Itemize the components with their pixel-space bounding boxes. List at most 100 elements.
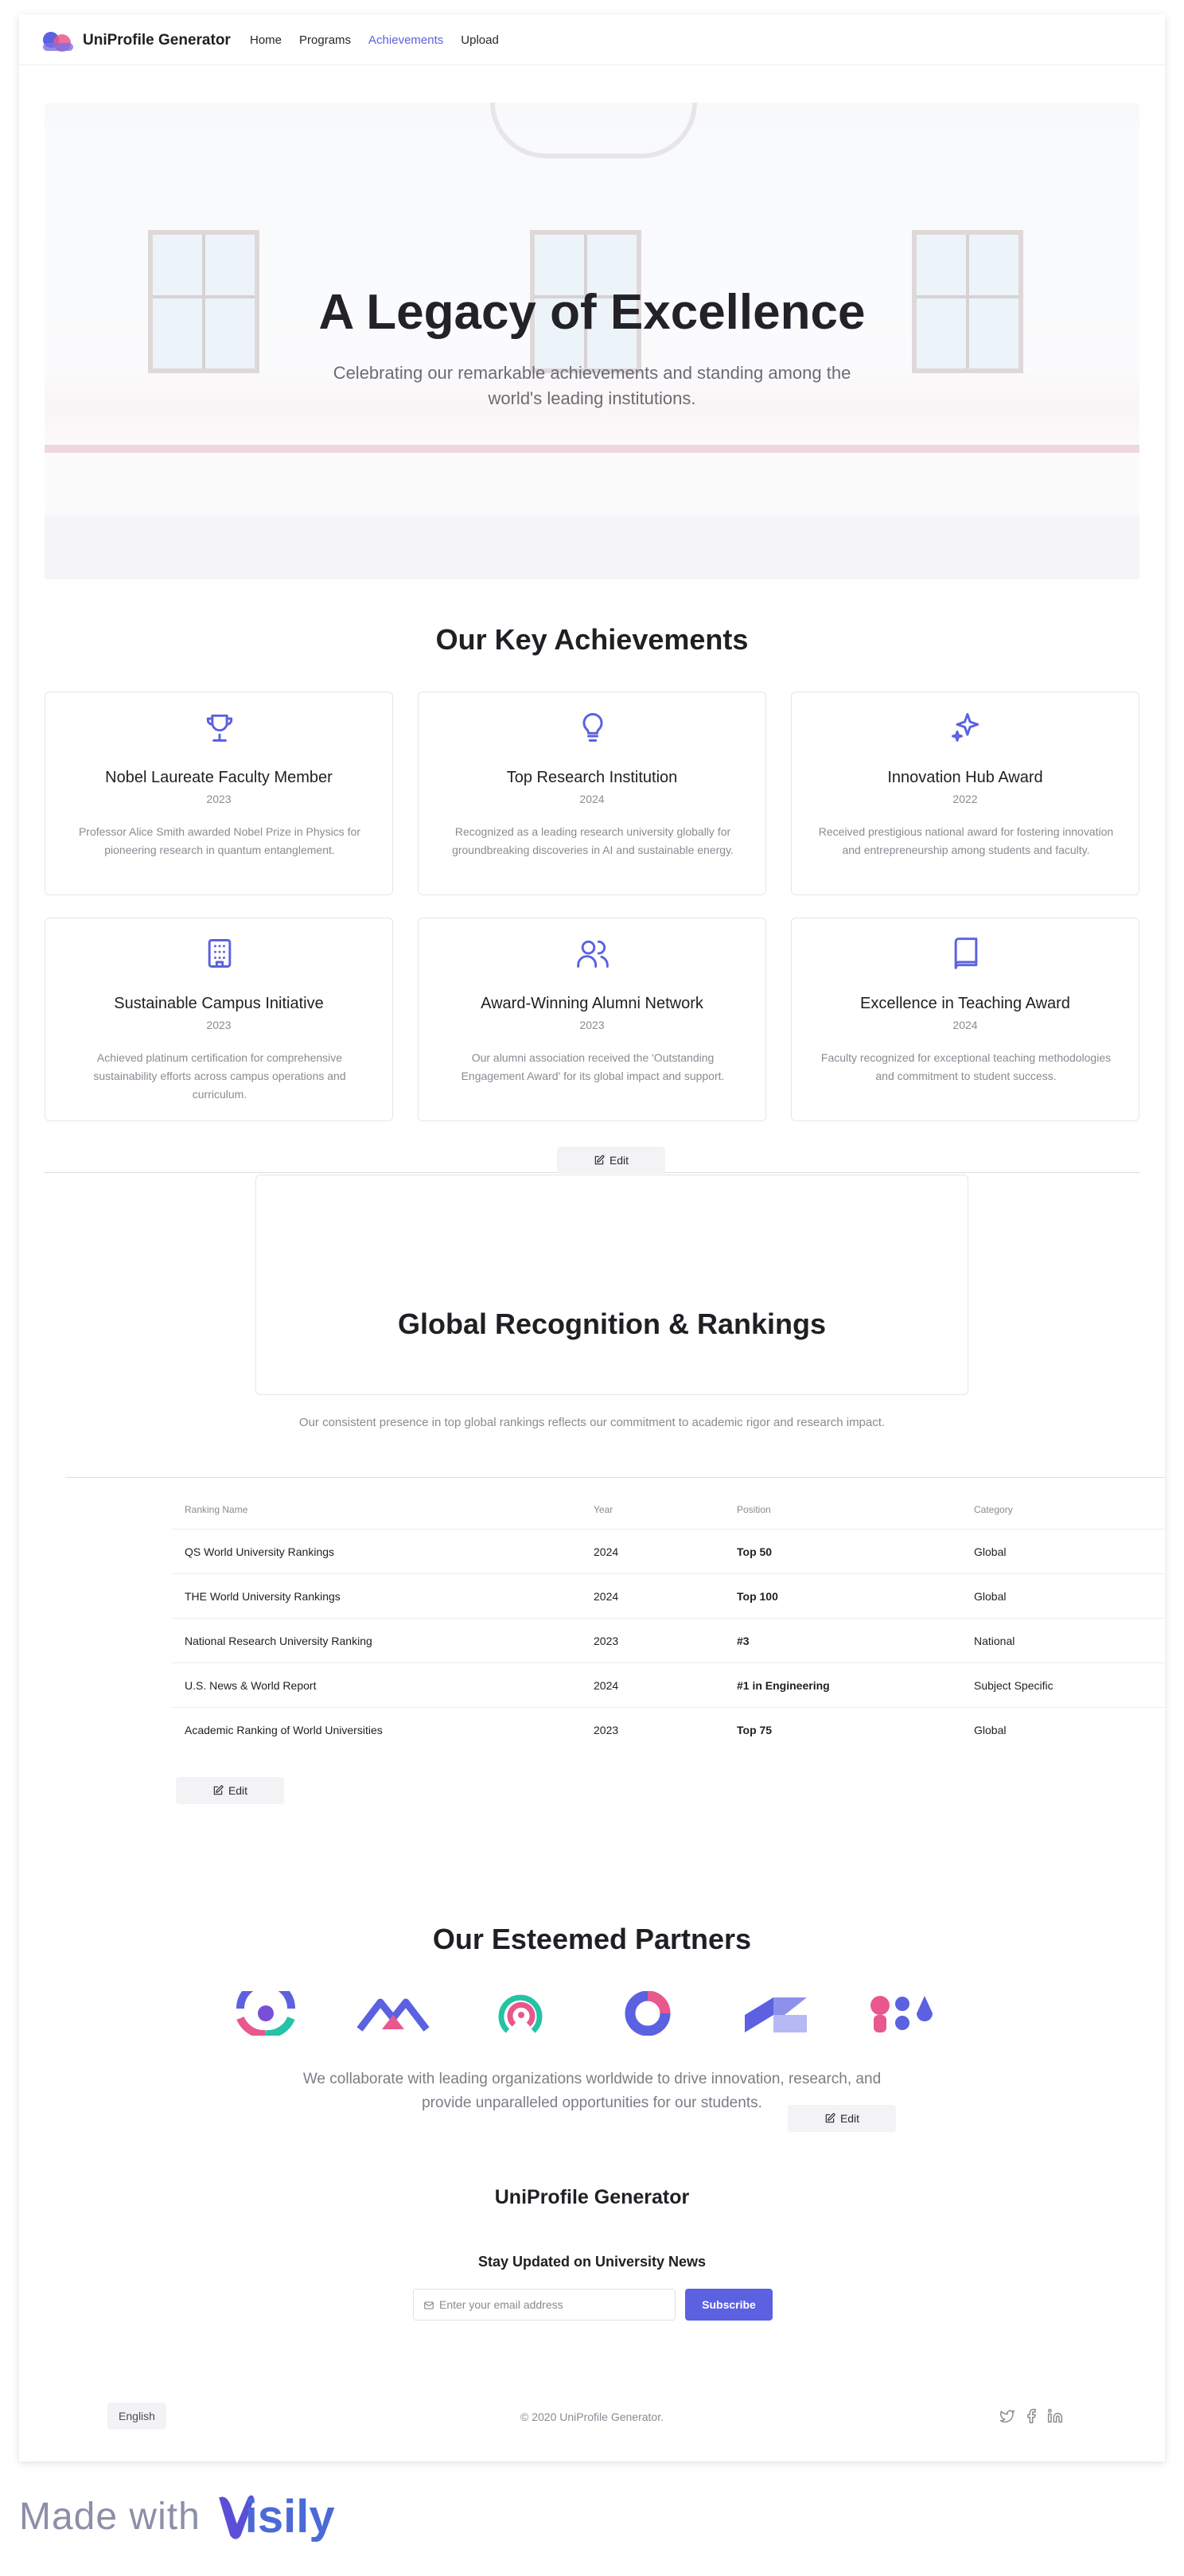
achievement-card: Sustainable Campus Initiative 2023 Achie… [45, 918, 393, 1121]
ranking-name: Academic Ranking of World Universities [185, 1724, 383, 1736]
visily-logo: isily [215, 2490, 335, 2543]
nav-home[interactable]: Home [250, 33, 282, 47]
card-year: 2023 [206, 793, 232, 805]
email-input[interactable] [439, 2296, 662, 2313]
edit-partners-button[interactable]: Edit [788, 2105, 896, 2132]
brand-logo-icon[interactable] [40, 30, 76, 53]
ranking-year: 2024 [594, 1679, 619, 1692]
rankings-subtitle: Our consistent presence in top global ra… [298, 1416, 886, 1429]
achievements-title: Our Key Achievements [435, 623, 749, 656]
trophy-icon [206, 714, 233, 742]
card-description: Recognized as a leading research univers… [452, 825, 734, 856]
card-description: Achieved platinum certification for comp… [93, 1051, 346, 1101]
table-row[interactable]: National Research University Ranking 202… [172, 1619, 1165, 1663]
made-with-visily-badge[interactable]: Made with isily [19, 2484, 335, 2548]
partners-title: Our Esteemed Partners [432, 1923, 752, 1955]
footer-brand: UniProfile Generator [494, 2186, 690, 2208]
building-icon [208, 939, 232, 968]
column-header[interactable]: Position [737, 1504, 771, 1515]
ranking-year: 2023 [594, 1635, 619, 1647]
edit-rankings-button[interactable]: Edit [176, 1777, 284, 1804]
card-title: Excellence in Teaching Award [860, 995, 1070, 1012]
ranking-position: #1 in Engineering [737, 1679, 830, 1692]
hero-title: A Legacy of Excellence [318, 285, 866, 340]
made-with-text: Made with [19, 2495, 201, 2538]
table-row[interactable]: U.S. News & World Report 2024 #1 in Engi… [172, 1663, 1165, 1708]
table-row[interactable]: Academic Ranking of World Universities 2… [172, 1708, 1165, 1752]
subscribe-button[interactable]: Subscribe [685, 2289, 773, 2321]
ranking-name: THE World University Rankings [185, 1590, 341, 1603]
users-icon [577, 940, 609, 968]
nav-achievements[interactable]: Achievements [368, 33, 443, 47]
edit-label: Edit [228, 1784, 248, 1797]
ranking-name: U.S. News & World Report [185, 1679, 317, 1692]
ranking-category: National [974, 1635, 1015, 1647]
facebook-icon[interactable] [1023, 2408, 1039, 2424]
achievement-card: Excellence in Teaching Award 2024 Facult… [791, 918, 1139, 1121]
book-icon [954, 937, 978, 969]
table-header-row: Ranking Name Year Position Category [172, 1485, 1165, 1530]
linkedin-icon[interactable] [1047, 2408, 1063, 2424]
ranking-category: Global [974, 1545, 1007, 1558]
email-field[interactable] [413, 2289, 676, 2321]
card-description: Received prestigious national award for … [818, 825, 1114, 856]
column-header[interactable]: Year [594, 1504, 613, 1515]
nav-programs[interactable]: Programs [299, 33, 351, 47]
hero-banner: A Legacy of Excellence Celebrating our r… [45, 103, 1139, 579]
card-year: 2023 [579, 1019, 605, 1031]
card-title: Award-Winning Alumni Network [481, 995, 703, 1012]
card-title: Sustainable Campus Initiative [114, 995, 324, 1012]
ranking-category: Global [974, 1724, 1007, 1736]
card-title: Nobel Laureate Faculty Member [105, 769, 333, 786]
rankings-title: Global Recognition & Rankings [397, 1307, 827, 1340]
brand-name[interactable]: UniProfile Generator [83, 32, 231, 49]
newsletter-title: Stay Updated on University News [477, 2254, 707, 2270]
partner-logo-mountains-icon[interactable] [356, 1991, 430, 2036]
ranking-category: Global [974, 1590, 1007, 1603]
card-description: Faculty recognized for exceptional teach… [820, 1051, 1112, 1082]
partner-logo-dots-icon[interactable] [866, 1991, 939, 2036]
ranking-year: 2024 [594, 1545, 619, 1558]
ranking-category: Subject Specific [974, 1679, 1054, 1692]
achievement-card: Nobel Laureate Faculty Member 2023 Profe… [45, 692, 393, 895]
ranking-year: 2023 [594, 1724, 619, 1736]
table-top-divider [65, 1477, 1165, 1478]
edit-achievements-button[interactable]: Edit [557, 1147, 665, 1174]
edit-icon [594, 1155, 605, 1165]
card-year: 2024 [952, 1019, 978, 1031]
twitter-icon[interactable] [999, 2408, 1015, 2424]
table-row[interactable]: QS World University Rankings 2024 Top 50… [172, 1530, 1165, 1574]
visily-logo-text: isily [244, 2490, 335, 2543]
sparkles-icon [952, 713, 980, 742]
column-header[interactable]: Category [974, 1504, 1013, 1515]
card-title: Top Research Institution [506, 769, 678, 786]
ranking-position: Top 50 [737, 1545, 773, 1558]
ranking-position: Top 100 [737, 1590, 778, 1603]
mail-icon [424, 2301, 434, 2309]
copyright-text: © 2020 UniProfile Generator. [520, 2410, 664, 2423]
edit-icon [825, 2113, 835, 2123]
lightbulb-icon [582, 713, 603, 742]
hero-subtitle: Celebrating our remarkable achievements … [333, 363, 851, 408]
ranking-name: National Research University Ranking [185, 1635, 372, 1647]
table-row[interactable]: THE World University Rankings 2024 Top 1… [172, 1574, 1165, 1619]
page-frame: UniProfile Generator Home Programs Achie… [19, 14, 1165, 2461]
top-header: UniProfile Generator Home Programs Achie… [19, 14, 1165, 65]
main-nav: Home Programs Achievements Upload [250, 33, 499, 47]
card-description: Professor Alice Smith awarded Nobel Priz… [78, 825, 361, 856]
edit-label: Edit [839, 2112, 860, 2125]
ranking-year: 2024 [594, 1590, 619, 1603]
column-header[interactable]: Ranking Name [185, 1504, 247, 1515]
partner-logo-circle-icon[interactable] [611, 1991, 684, 2036]
partner-logo-spiral-icon[interactable] [484, 1991, 557, 2036]
nav-upload[interactable]: Upload [461, 33, 499, 47]
ranking-name: QS World University Rankings [185, 1545, 335, 1558]
card-title: Innovation Hub Award [887, 769, 1043, 786]
partner-logo-ring-icon[interactable] [229, 1991, 302, 2036]
edit-label: Edit [609, 1154, 629, 1167]
ranking-position: Top 75 [737, 1724, 773, 1736]
achievement-card: Innovation Hub Award 2022 Received prest… [791, 692, 1139, 895]
ranking-position: #3 [737, 1635, 750, 1647]
partner-logo-arrows-icon[interactable] [738, 1991, 812, 2036]
card-year: 2022 [952, 793, 978, 805]
